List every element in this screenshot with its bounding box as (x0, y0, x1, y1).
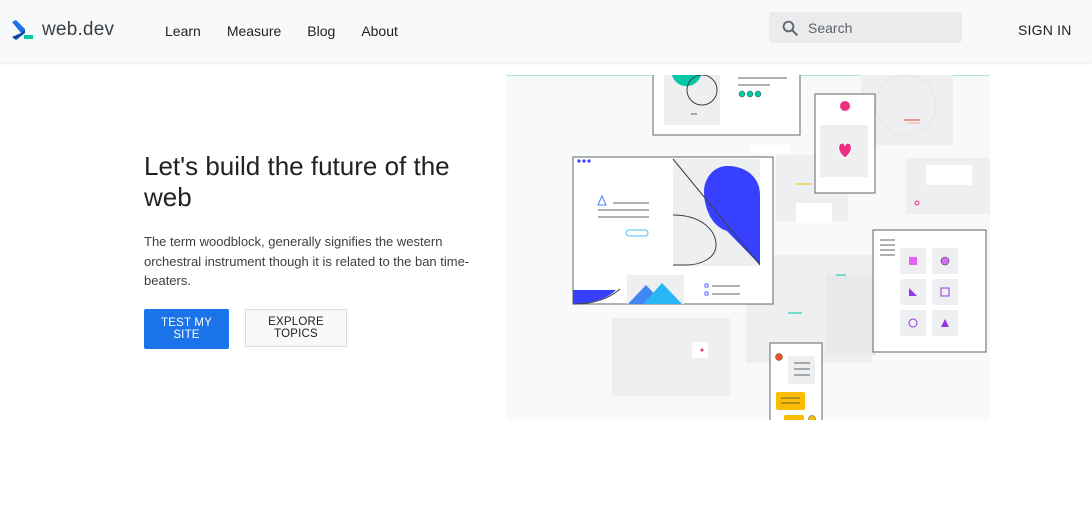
hero-title: Let's build the future of the web (144, 151, 450, 212)
search-placeholder: Search (808, 19, 853, 36)
search-input[interactable]: Search (769, 12, 962, 43)
nav-about[interactable]: About (361, 23, 398, 39)
web-dev-logo-icon (12, 20, 33, 40)
hero-description: The term woodblock, generally signifies … (144, 234, 470, 288)
explore-topics-button[interactable]: EXPLORE TOPICS (245, 309, 347, 347)
sign-in-button[interactable]: SIGN IN (1018, 22, 1072, 38)
site-header: web.dev Learn Measure Blog About Search … (0, 0, 1092, 62)
logo-text: web.dev (42, 19, 115, 40)
hero-illustration-svg (506, 75, 990, 420)
test-my-site-button[interactable]: TEST MY SITE (144, 309, 229, 349)
logo[interactable]: web.dev (12, 19, 114, 41)
main-nav: Learn Measure Blog About (165, 23, 424, 39)
nav-learn[interactable]: Learn (165, 23, 201, 39)
nav-blog[interactable]: Blog (307, 23, 335, 39)
nav-measure[interactable]: Measure (227, 23, 281, 39)
hero-illustration (506, 75, 990, 420)
search-icon (782, 20, 798, 36)
